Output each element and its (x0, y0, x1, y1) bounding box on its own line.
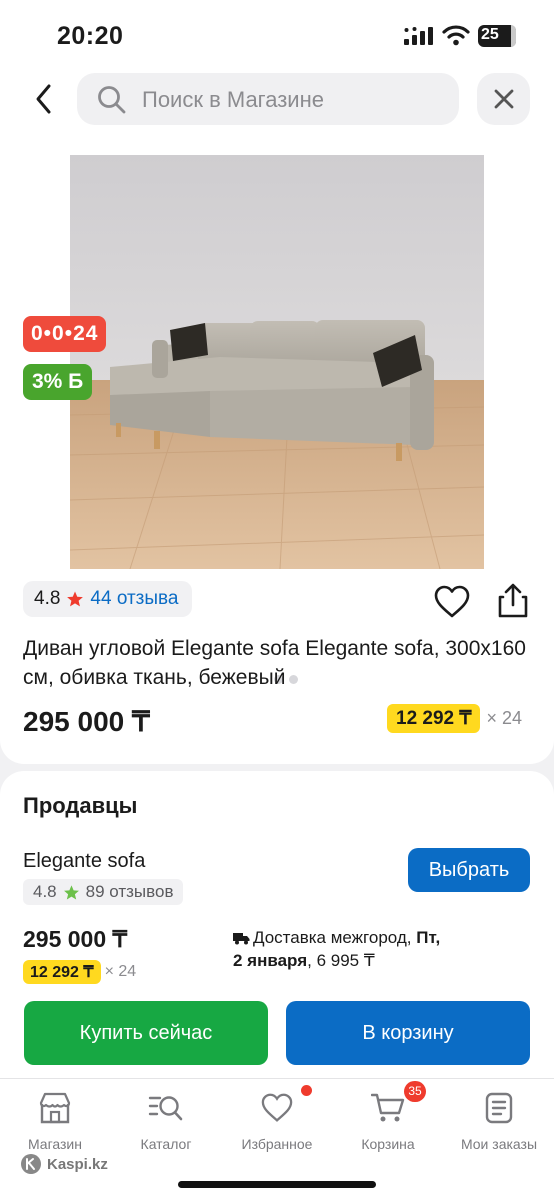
heart-icon (434, 585, 470, 618)
search-header: Поиск в Магазине (0, 72, 554, 134)
timer-badge: 0•0•24 (23, 316, 107, 352)
truck-icon (233, 933, 250, 945)
delivery-cost: , 6 995 ₸ (307, 951, 375, 970)
kaspi-watermark: Kaspi.kz (20, 1153, 108, 1175)
seller-installment-amount: 12 292 ₸ (23, 960, 101, 984)
search-input[interactable]: Поиск в Магазине (77, 73, 459, 125)
reviews-link[interactable]: 44 отзыва (90, 588, 178, 610)
status-time: 20:20 (57, 22, 124, 50)
cellular-signal-icon (404, 27, 433, 45)
seller-rating-value: 4.8 (33, 882, 57, 901)
shop-icon (39, 1092, 71, 1124)
delivery-day: Пт, (416, 928, 441, 947)
installment-months: × 24 (486, 708, 523, 728)
tab-label: Мои заказы (460, 1136, 538, 1152)
battery-icon: 25 (478, 25, 516, 47)
home-indicator[interactable] (178, 1181, 376, 1188)
chevron-left-icon (36, 84, 51, 114)
product-price: 295 000 ₸ (23, 706, 150, 737)
close-icon (494, 89, 513, 109)
sellers-section: Продавцы Elegante sofa 4.8 89 отзывов Вы… (0, 771, 554, 1081)
tab-label: Магазин (27, 1136, 82, 1152)
seller-installment-months: × 24 (104, 963, 137, 980)
close-button[interactable] (477, 73, 530, 125)
cart-icon (371, 1093, 405, 1122)
seller-name[interactable]: Elegante sofa (23, 850, 145, 873)
seller-installment: 12 292 ₸ × 24 (23, 960, 136, 984)
tab-favorites[interactable]: Избранное (222, 1089, 332, 1152)
star-icon (63, 884, 79, 899)
seller-reviews: 89 отзывов (85, 882, 174, 901)
search-placeholder: Поиск в Магазине (142, 87, 324, 112)
tab-label: Избранное (241, 1136, 313, 1152)
product-image[interactable] (70, 155, 484, 569)
delivery-date: 2 января (233, 951, 308, 970)
choose-seller-button[interactable]: Выбрать (408, 848, 530, 892)
favorite-button[interactable] (434, 585, 470, 624)
catalog-search-icon (148, 1096, 183, 1121)
seller-rating: 4.8 89 отзывов (23, 879, 184, 905)
star-icon (67, 591, 84, 607)
kaspi-logo-icon (21, 1154, 41, 1174)
tab-catalog[interactable]: Каталог (111, 1089, 221, 1152)
tab-cart[interactable]: Корзина (333, 1089, 443, 1152)
delivery-info: Доставка межгород, Пт, 2 января, 6 995 ₸ (233, 926, 483, 972)
product-rating[interactable]: 4.8 44 отзыва (23, 581, 192, 617)
installment-amount: 12 292 ₸ (387, 704, 481, 733)
tab-orders[interactable]: Мои заказы (444, 1089, 554, 1152)
installment-info[interactable]: 12 292 ₸ × 24 (387, 704, 522, 733)
cart-count-badge: 35 (404, 1081, 426, 1102)
favorites-notification-dot (301, 1085, 312, 1096)
share-icon (498, 583, 528, 618)
buy-now-button[interactable]: Купить сейчас (24, 1001, 268, 1065)
tab-label: Корзина (361, 1136, 415, 1152)
rating-value: 4.8 (34, 588, 61, 609)
sellers-heading: Продавцы (23, 793, 138, 818)
tab-label: Каталог (140, 1136, 192, 1152)
heart-icon (261, 1093, 293, 1122)
search-icon (98, 86, 126, 114)
sofa-photo (70, 155, 484, 569)
orders-icon (485, 1092, 513, 1124)
battery-level: 25 (481, 26, 499, 43)
seller-price: 295 000 ₸ (23, 926, 128, 952)
wifi-icon (442, 25, 470, 46)
share-button[interactable] (497, 583, 529, 624)
product-title: Диван угловой Elegante sofa Elegante sof… (23, 637, 526, 689)
bonus-badge: 3% Б (23, 364, 93, 400)
add-to-cart-button[interactable]: В корзину (286, 1001, 530, 1065)
tab-shop[interactable]: Магазин (0, 1089, 110, 1152)
delivery-prefix: Доставка межгород, (253, 928, 417, 947)
status-bar: 20:20 25 (0, 0, 554, 72)
back-button[interactable] (24, 76, 64, 122)
watermark-text: Kaspi.kz (47, 1155, 108, 1173)
